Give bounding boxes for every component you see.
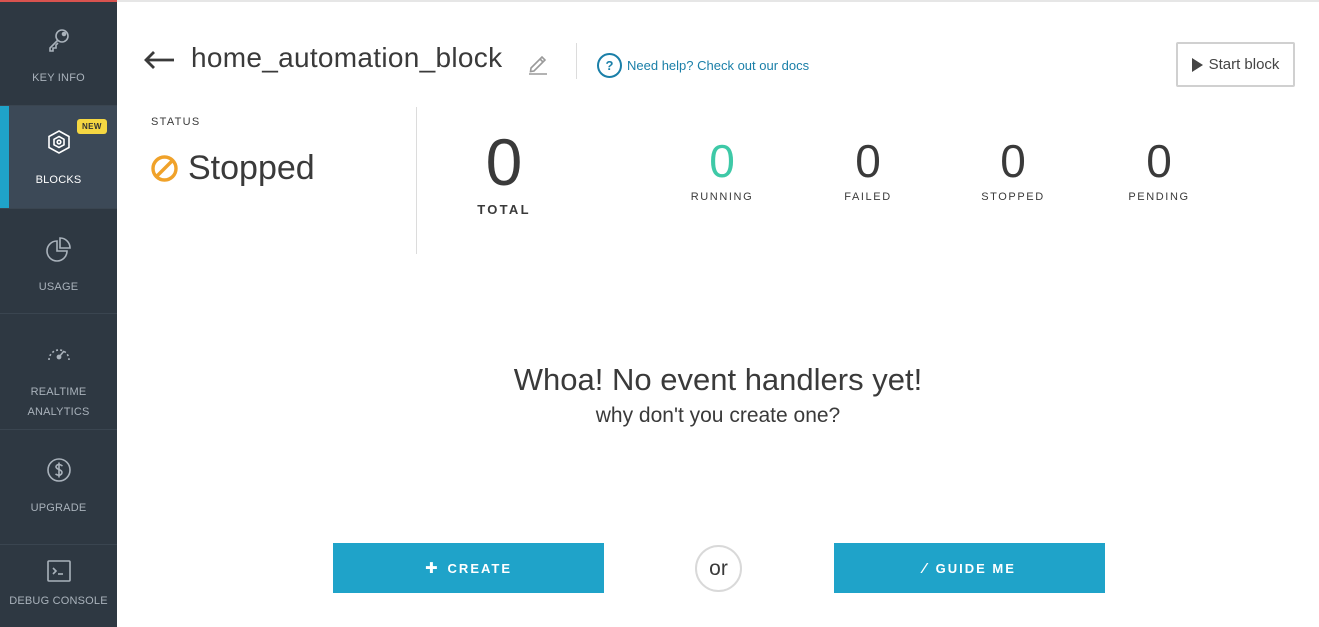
- or-separator: or: [695, 545, 742, 592]
- back-arrow-icon[interactable]: [143, 48, 175, 72]
- play-icon: [1191, 57, 1203, 72]
- sidebar-item-blocks[interactable]: NEW BLOCKS: [0, 106, 117, 209]
- pie-chart-icon: [45, 237, 71, 262]
- header-divider: [576, 43, 577, 79]
- sidebar-item-debug-console[interactable]: DEBUG CONSOLE: [0, 545, 117, 627]
- sidebar-item-label: KEY INFO: [32, 72, 85, 84]
- start-block-label: Start block: [1208, 56, 1280, 73]
- stat-total-value: 0: [485, 125, 523, 199]
- sidebar-item-usage[interactable]: USAGE: [0, 209, 117, 314]
- stopped-status-icon: [151, 155, 178, 182]
- sidebar-item-upgrade[interactable]: UPGRADE: [0, 430, 117, 545]
- empty-state-subtitle: why don't you create one?: [595, 404, 841, 427]
- stat-running-label: RUNNING: [690, 191, 754, 203]
- help-docs-link[interactable]: ? Need help? Check out our docs: [597, 53, 809, 78]
- sidebar-item-label: BLOCKS: [35, 174, 82, 186]
- stat-stopped-value: 0: [1000, 135, 1026, 187]
- help-link-text: Need help? Check out our docs: [627, 58, 810, 73]
- create-button[interactable]: ✚ CREATE: [333, 543, 604, 593]
- sidebar-item-label: USAGE: [38, 281, 79, 293]
- sidebar-item-key-info[interactable]: KEY INFO: [0, 0, 117, 106]
- stat-pending: 0 PENDING: [1109, 138, 1209, 203]
- empty-state-title: Whoa! No event handlers yet!: [513, 362, 923, 397]
- block-title: home_automation_block: [191, 42, 503, 73]
- status-label: STATUS: [151, 116, 201, 128]
- edit-pencil-icon[interactable]: [527, 51, 549, 75]
- create-button-label: CREATE: [447, 560, 513, 576]
- stat-failed: 0 FAILED: [818, 138, 918, 203]
- start-block-button[interactable]: Start block: [1176, 42, 1295, 87]
- sidebar-item-label: UPGRADE: [30, 502, 87, 514]
- stat-pending-value: 0: [1146, 135, 1172, 187]
- status-divider: [416, 107, 417, 254]
- stat-stopped: 0 STOPPED: [963, 138, 1063, 203]
- sidebar-item-label: DEBUG CONSOLE: [9, 595, 108, 607]
- key-icon: [48, 29, 69, 52]
- terminal-icon: [46, 560, 71, 582]
- guide-me-button[interactable]: ⁄ GUIDE ME: [834, 543, 1105, 593]
- stat-total-label: TOTAL: [477, 202, 531, 217]
- stat-total: 0 TOTAL: [454, 125, 554, 217]
- magic-wand-icon: ⁄: [923, 559, 928, 577]
- guide-me-button-label: GUIDE ME: [935, 560, 1016, 576]
- plus-icon: ✚: [424, 560, 440, 577]
- stat-stopped-label: STOPPED: [981, 191, 1045, 203]
- stat-running-value: 0: [709, 135, 735, 187]
- sidebar: KEY INFO NEW BLOCKS USAGE REALTIME ANALY…: [0, 0, 117, 627]
- help-question-icon: ?: [597, 53, 622, 78]
- blocks-icon: [47, 130, 70, 154]
- stat-failed-label: FAILED: [844, 191, 892, 203]
- stat-failed-value: 0: [855, 135, 881, 187]
- new-badge: NEW: [77, 119, 107, 134]
- status-value: Stopped: [188, 149, 315, 187]
- dollar-icon: [46, 458, 71, 482]
- stat-running: 0 RUNNING: [672, 138, 772, 203]
- top-border: [117, 0, 1319, 2]
- stat-pending-label: PENDING: [1128, 191, 1190, 203]
